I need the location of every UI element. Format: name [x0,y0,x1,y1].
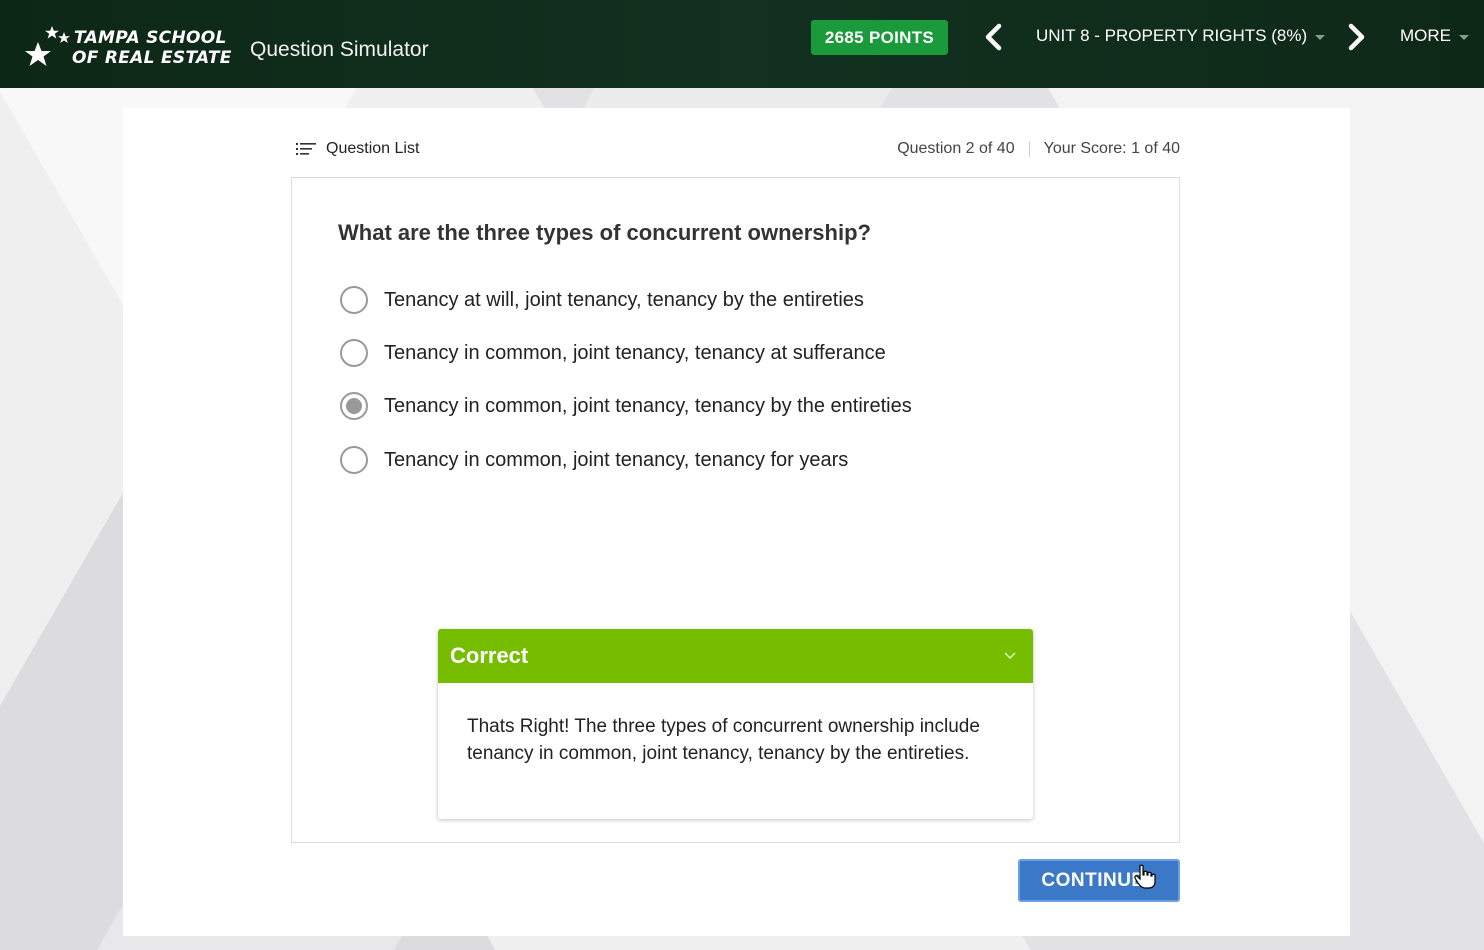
answer-option-3[interactable]: Tenancy in common, joint tenancy, tenanc… [340,392,912,420]
chevron-down-icon [1004,652,1016,660]
more-menu-label: MORE [1400,26,1451,45]
question-list-button[interactable]: Question List [296,140,419,158]
answer-option-label: Tenancy in common, joint tenancy, tenanc… [384,394,912,417]
next-unit-button[interactable] [1344,22,1368,52]
answer-option-label: Tenancy in common, joint tenancy, tenanc… [384,341,886,364]
answer-option-label: Tenancy in common, joint tenancy, tenanc… [384,448,849,471]
school-logo[interactable]: TAMPA SCHOOL OF REAL ESTATE [22,24,236,70]
question-progress: Question 2 of 40 [897,140,1015,157]
radio-icon[interactable] [340,339,368,367]
top-navigation-bar: TAMPA SCHOOL OF REAL ESTATE Question Sim… [0,0,1484,88]
logo-text-line1: TAMPA SCHOOL [74,28,227,48]
points-badge: 2685 POINTS [811,20,948,55]
answer-option-1[interactable]: Tenancy at will, joint tenancy, tenancy … [340,286,864,314]
radio-icon-selected[interactable] [340,392,368,420]
feedback-header[interactable]: Correct [438,629,1033,683]
radio-dot [346,398,362,414]
logo-text-line2: OF REAL ESTATE [72,48,232,68]
score-display: Your Score: 1 of 40 [1043,140,1180,157]
cursor-icon [1134,864,1156,889]
radio-icon[interactable] [340,446,368,474]
progress-indicator: Question 2 of 40 Your Score: 1 of 40 [897,140,1180,158]
list-icon [296,143,316,155]
unit-dropdown-label: UNIT 8 - PROPERTY RIGHTS (8%) [1036,26,1308,45]
divider [1028,141,1030,157]
chevron-left-icon [985,23,1002,51]
feedback-panel: Correct Thats Right! The three types of … [438,629,1033,819]
app-title: Question Simulator [250,38,429,61]
caret-down-icon [1315,34,1326,40]
feedback-title: Correct [450,643,529,668]
star-icon [25,26,70,66]
question-text: What are the three types of concurrent o… [338,220,871,245]
feedback-body: Thats Right! The three types of concurre… [467,716,980,764]
radio-icon[interactable] [340,286,368,314]
answer-option-2[interactable]: Tenancy in common, joint tenancy, tenanc… [340,339,886,367]
more-menu[interactable]: MORE [1400,26,1469,46]
chevron-right-icon [1348,23,1365,51]
answer-option-4[interactable]: Tenancy in common, joint tenancy, tenanc… [340,446,848,474]
previous-unit-button[interactable] [982,22,1006,52]
answer-option-label: Tenancy at will, joint tenancy, tenancy … [384,288,864,311]
caret-down-icon [1459,34,1469,40]
continue-button-label: CONTINUE [1041,869,1145,891]
unit-dropdown[interactable]: UNIT 8 - PROPERTY RIGHTS (8%) [1036,26,1326,46]
question-list-label: Question List [326,140,420,157]
